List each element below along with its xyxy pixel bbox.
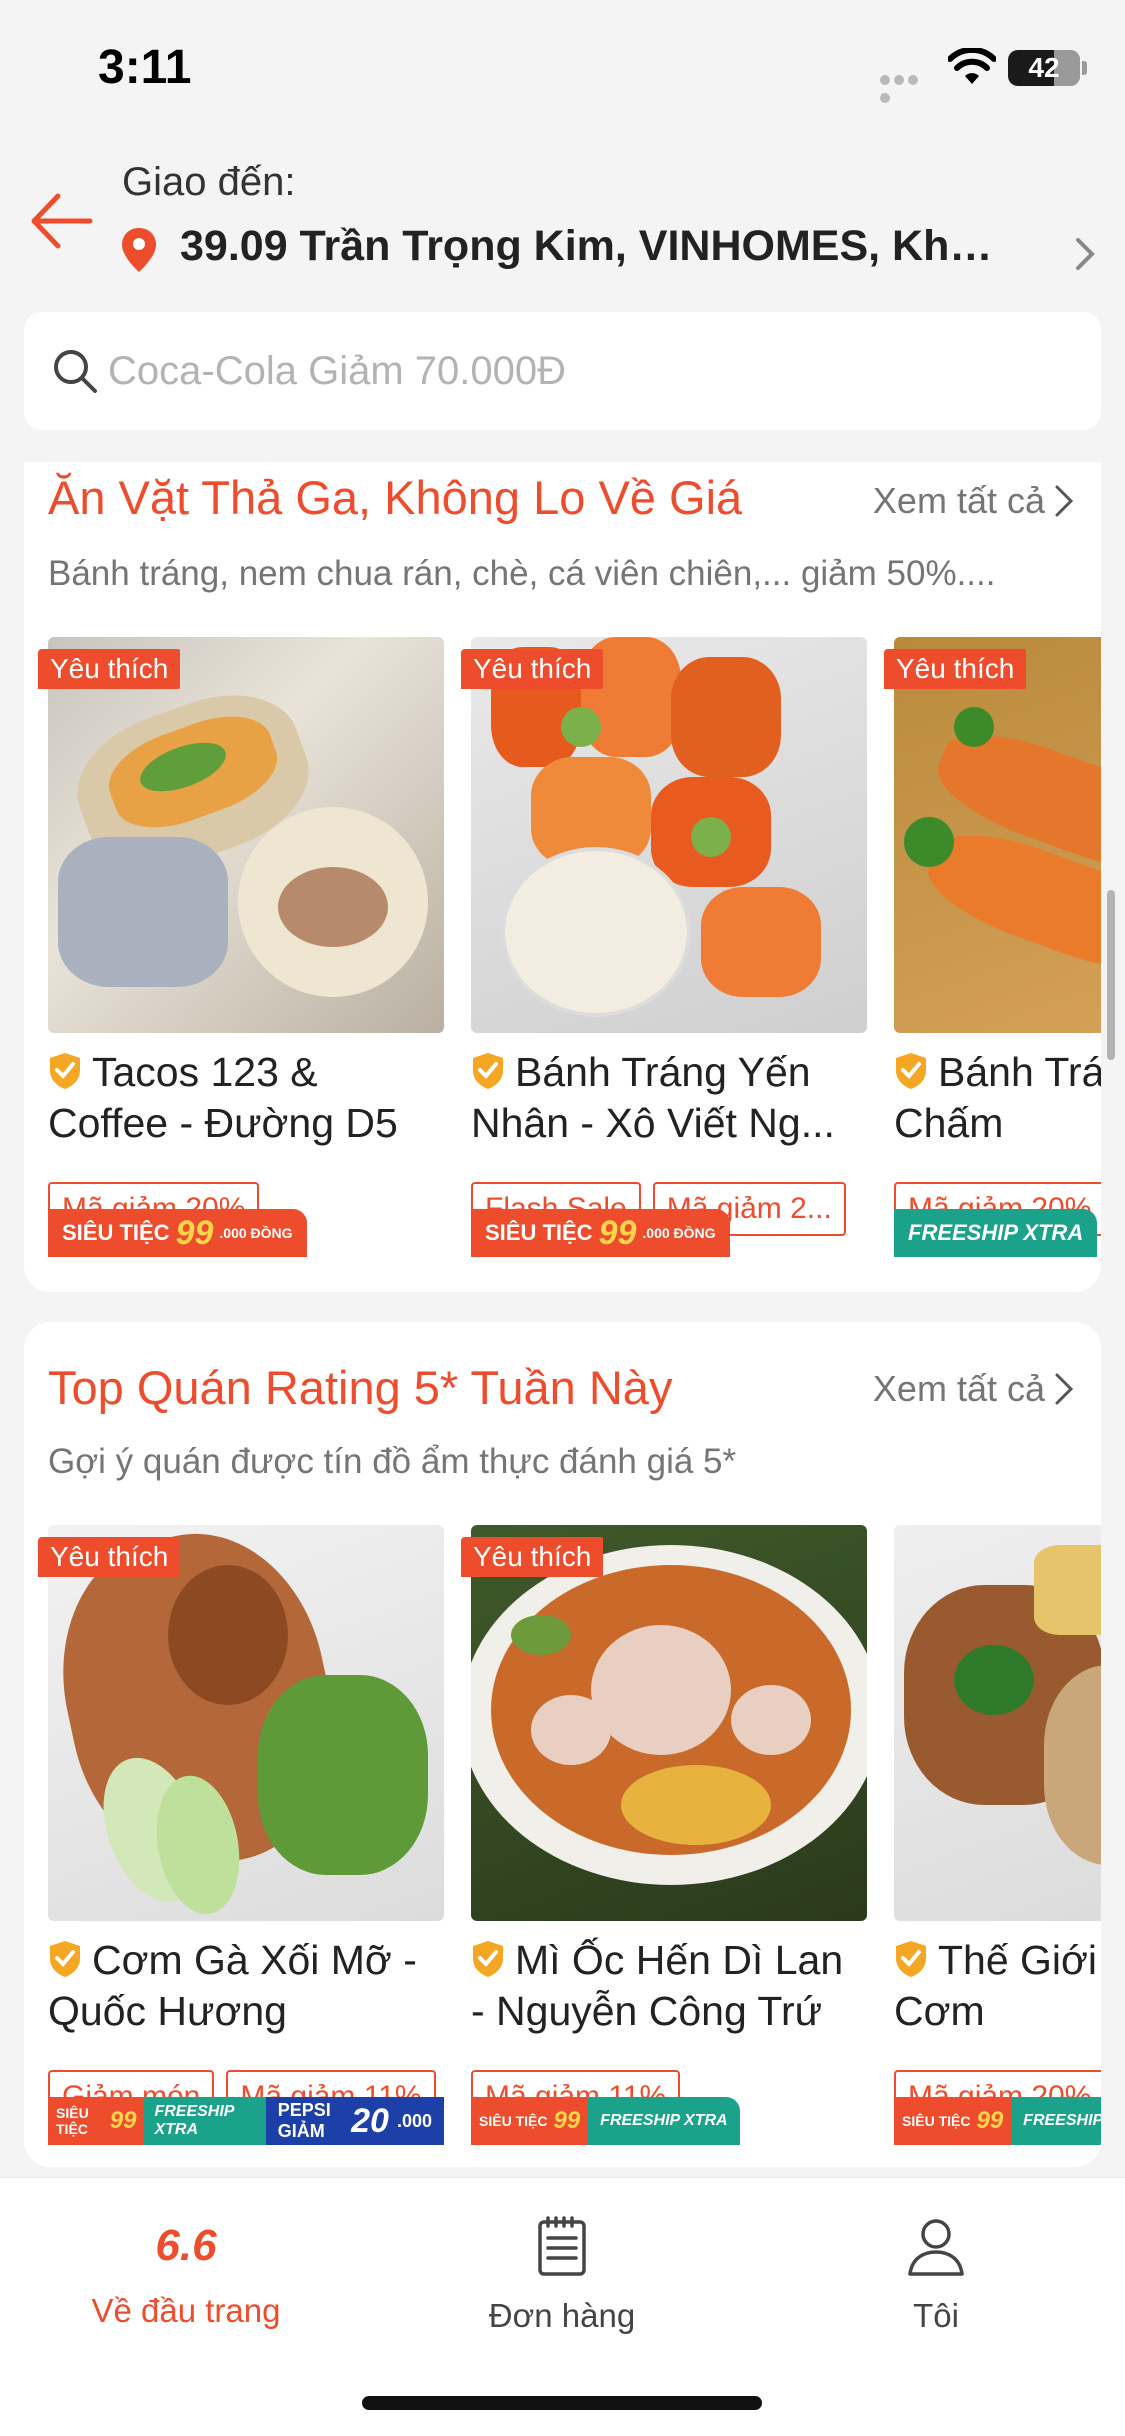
delivery-address[interactable]: 39.09 Trần Trọng Kim, VINHOMES, Khu... xyxy=(180,222,1010,271)
section-subtitle: Gợi ý quán được tín đồ ẩm thực đánh giá … xyxy=(48,1442,737,1481)
signal-dots-icon xyxy=(880,72,935,103)
freeship-badge: FREESHIP XTRA xyxy=(894,1209,1098,1257)
nav-label: Tôi xyxy=(913,2297,959,2334)
search-bar[interactable] xyxy=(24,312,1101,430)
store-card[interactable]: Yêu thích SIÊU TIỆC 99.000 ĐỒNG Bánh Trá… xyxy=(461,637,867,1257)
nav-label: Về đầu trang xyxy=(91,2292,281,2329)
freeship-badge: FREESHIP XTRA xyxy=(144,2097,266,2145)
search-icon xyxy=(54,350,97,393)
promo-banner: SIÊU TIỆC 99 FREESHIP XTRA PEPSI GIẢM 20… xyxy=(48,2097,444,2145)
promo-banner: SIÊU TIỆC 99 FREESHIP XTRA xyxy=(471,2097,740,2145)
store-card[interactable]: Yêu thích SIÊU TIỆC 99.000 ĐỒNG Tacos 12… xyxy=(38,637,444,1257)
home-indicator[interactable] xyxy=(362,2396,762,2410)
favorite-badge: Yêu thích xyxy=(461,649,604,689)
store-name: Bánh Tráng Cuốn Chấm xyxy=(894,1049,1101,1146)
nav-profile[interactable]: Tôi xyxy=(786,2214,1086,2335)
section-title: Ăn Vặt Thả Ga, Không Lo Về Giá xyxy=(48,471,743,524)
verified-shield-icon xyxy=(473,1053,503,1089)
sale-6-6-logo: 6.6 xyxy=(155,2221,217,2270)
store-carousel[interactable]: Yêu thích SIÊU TIỆC 99.000 ĐỒNG Tacos 12… xyxy=(38,637,1101,1257)
section-title: Top Quán Rating 5* Tuần Này xyxy=(48,1361,673,1414)
promo-banner: FREESHIP XTRA xyxy=(894,1209,1098,1257)
see-all-link[interactable]: Xem tất cả xyxy=(873,480,1075,522)
store-name: Bánh Tráng Yến Nhân - Xô Viết Ng... xyxy=(471,1049,835,1146)
store-name: Thế Giới Tấm - Cơm xyxy=(894,1937,1101,2034)
nav-label: Đơn hàng xyxy=(488,2297,636,2334)
store-card[interactable]: SIÊU TIỆC 99 FREESHIP XTRA Thế Giới Tấm … xyxy=(894,1525,1101,2145)
favorite-badge: Yêu thích xyxy=(38,1537,181,1577)
app-screen: 3:11 42 Giao đến: 39.09 Trần Trọng Kim, … xyxy=(0,0,1125,2436)
battery-tip xyxy=(1082,61,1087,75)
scroll-indicator[interactable] xyxy=(1107,890,1115,1060)
sieu-tiec-badge: SIÊU TIỆC 99 xyxy=(471,2097,589,2145)
sieu-tiec-badge: SIÊU TIỆC 99 xyxy=(48,2097,145,2145)
store-name: Mì Ốc Hến Dì Lan - Nguyễn Công Trứ xyxy=(471,1937,844,2034)
store-card[interactable]: Yêu thích FREESHIP XTRA Bánh Tráng Cuốn … xyxy=(884,637,1101,1257)
chevron-right-icon xyxy=(1055,485,1074,517)
verified-shield-icon xyxy=(50,1053,80,1089)
promo-banner: SIÊU TIỆC 99 FREESHIP XTRA xyxy=(894,2097,1101,2145)
see-all-label: Xem tất cả xyxy=(872,480,1045,521)
store-image xyxy=(48,637,444,1033)
promo-banner: SIÊU TIỆC 99.000 ĐỒNG xyxy=(471,1209,730,1257)
location-pin-icon xyxy=(122,228,156,272)
search-input[interactable] xyxy=(108,338,1068,404)
see-all-label: Xem tất cả xyxy=(872,1368,1045,1409)
chevron-right-icon[interactable] xyxy=(1072,236,1098,272)
verified-shield-icon xyxy=(896,1941,926,1977)
see-all-link[interactable]: Xem tất cả xyxy=(873,1368,1075,1410)
store-name: Cơm Gà Xối Mỡ - Quốc Hương xyxy=(48,1937,417,2034)
store-image xyxy=(894,637,1101,1033)
verified-shield-icon xyxy=(896,1053,926,1089)
favorite-badge: Yêu thích xyxy=(38,649,181,689)
sieu-tiec-badge: SIÊU TIỆC 99 xyxy=(894,2097,1012,2145)
chevron-right-icon xyxy=(1055,1373,1074,1405)
section-snacks: Ăn Vặt Thả Ga, Không Lo Về Giá Xem tất c… xyxy=(24,462,1101,1292)
wifi-icon xyxy=(948,48,996,84)
orders-icon xyxy=(538,2216,586,2276)
deliver-to-label: Giao đến: xyxy=(122,160,296,204)
status-time: 3:11 xyxy=(98,41,192,94)
promo-banner: SIÊU TIỆC 99.000 ĐỒNG xyxy=(48,1209,307,1257)
nav-orders[interactable]: Đơn hàng xyxy=(412,2214,712,2335)
section-top-rated: Top Quán Rating 5* Tuần Này Xem tất cả G… xyxy=(24,1322,1101,2167)
store-image xyxy=(894,1525,1101,1921)
freeship-badge: FREESHIP XTRA xyxy=(1011,2097,1101,2145)
pepsi-badge: PEPSI GIẢM 20.000 xyxy=(265,2097,444,2145)
store-name: Tacos 123 & Coffee - Đường D5 xyxy=(48,1049,398,1146)
back-arrow-icon[interactable] xyxy=(26,186,96,256)
delivery-header: Giao đến: 39.09 Trần Trọng Kim, VINHOMES… xyxy=(0,130,1125,310)
nav-back-to-top[interactable]: 6.6 Về đầu trang xyxy=(36,2214,336,2330)
verified-shield-icon xyxy=(50,1941,80,1977)
store-card[interactable]: Yêu thích SIÊU TIỆC 99 FREESHIP XTRA Mì … xyxy=(461,1525,867,2145)
status-bar: 3:11 42 xyxy=(0,0,1125,130)
favorite-badge: Yêu thích xyxy=(884,649,1027,689)
favorite-badge: Yêu thích xyxy=(461,1537,604,1577)
battery-level: 42 xyxy=(1028,52,1060,83)
sieu-tiec-badge: SIÊU TIỆC 99.000 ĐỒNG xyxy=(471,1209,730,1257)
sieu-tiec-badge: SIÊU TIỆC 99.000 ĐỒNG xyxy=(48,1209,307,1257)
battery-icon: 42 xyxy=(1008,50,1080,86)
store-card[interactable]: Yêu thích SIÊU TIỆC 99 FREESHIP XTRA PEP… xyxy=(38,1525,444,2145)
section-subtitle: Bánh tráng, nem chua rán, chè, cá viên c… xyxy=(48,554,996,593)
store-image xyxy=(471,637,867,1033)
profile-icon xyxy=(908,2219,964,2276)
store-carousel[interactable]: Yêu thích SIÊU TIỆC 99 FREESHIP XTRA PEP… xyxy=(38,1525,1101,2145)
verified-shield-icon xyxy=(473,1941,503,1977)
store-image xyxy=(48,1525,444,1921)
store-image xyxy=(471,1525,867,1921)
freeship-badge: FREESHIP XTRA xyxy=(588,2097,740,2145)
